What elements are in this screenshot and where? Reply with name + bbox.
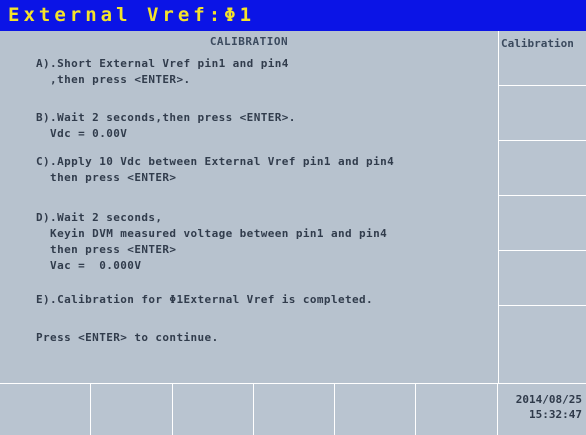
instruction-line: ,then press <ENTER>. — [36, 73, 191, 86]
instruction-line: E).Calibration for Φ1External Vref is co… — [36, 293, 374, 306]
screen-title: External Vref:Φ1 — [0, 0, 586, 31]
instruction-line: C).Apply 10 Vdc between External Vref pi… — [36, 155, 395, 168]
instruction-line: then press <ENTER> — [36, 171, 177, 184]
vdc-readout: Vdc = 0.00V — [36, 127, 128, 140]
bottom-key-1[interactable] — [0, 384, 91, 435]
softkey-3[interactable] — [499, 141, 586, 196]
instruction-line: A).Short External Vref pin1 and pin4 — [36, 57, 289, 70]
continue-prompt: Press <ENTER> to continue. — [36, 331, 219, 344]
bottom-key-3[interactable] — [173, 384, 254, 435]
bottom-key-5[interactable] — [335, 384, 416, 435]
softkey-column: Calibration — [498, 31, 586, 383]
instruction-line: D).Wait 2 seconds, — [36, 211, 163, 224]
time-text: 15:32:47 — [529, 408, 582, 421]
softkey-5[interactable] — [499, 251, 586, 306]
bottom-softkey-bar: 2014/08/25 15:32:47 — [0, 383, 586, 435]
datetime-display: 2014/08/25 15:32:47 — [498, 384, 586, 435]
softkey-calibration[interactable]: Calibration — [499, 31, 586, 86]
softkey-6[interactable] — [499, 306, 586, 383]
instruction-line: Keyin DVM measured voltage between pin1 … — [36, 227, 388, 240]
softkey-2[interactable] — [499, 86, 586, 141]
instruction-line: then press <ENTER> — [36, 243, 177, 256]
date-text: 2014/08/25 — [515, 393, 582, 406]
bottom-key-4[interactable] — [254, 384, 335, 435]
bottom-key-2[interactable] — [91, 384, 173, 435]
panel-header: CALIBRATION — [209, 35, 289, 48]
instruction-line: B).Wait 2 seconds,then press <ENTER>. — [36, 111, 296, 124]
vac-readout: Vac = 0.000V — [36, 259, 142, 272]
bottom-key-6[interactable] — [416, 384, 498, 435]
calibration-panel: CALIBRATION A).Short External Vref pin1 … — [0, 31, 498, 383]
softkey-4[interactable] — [499, 196, 586, 251]
